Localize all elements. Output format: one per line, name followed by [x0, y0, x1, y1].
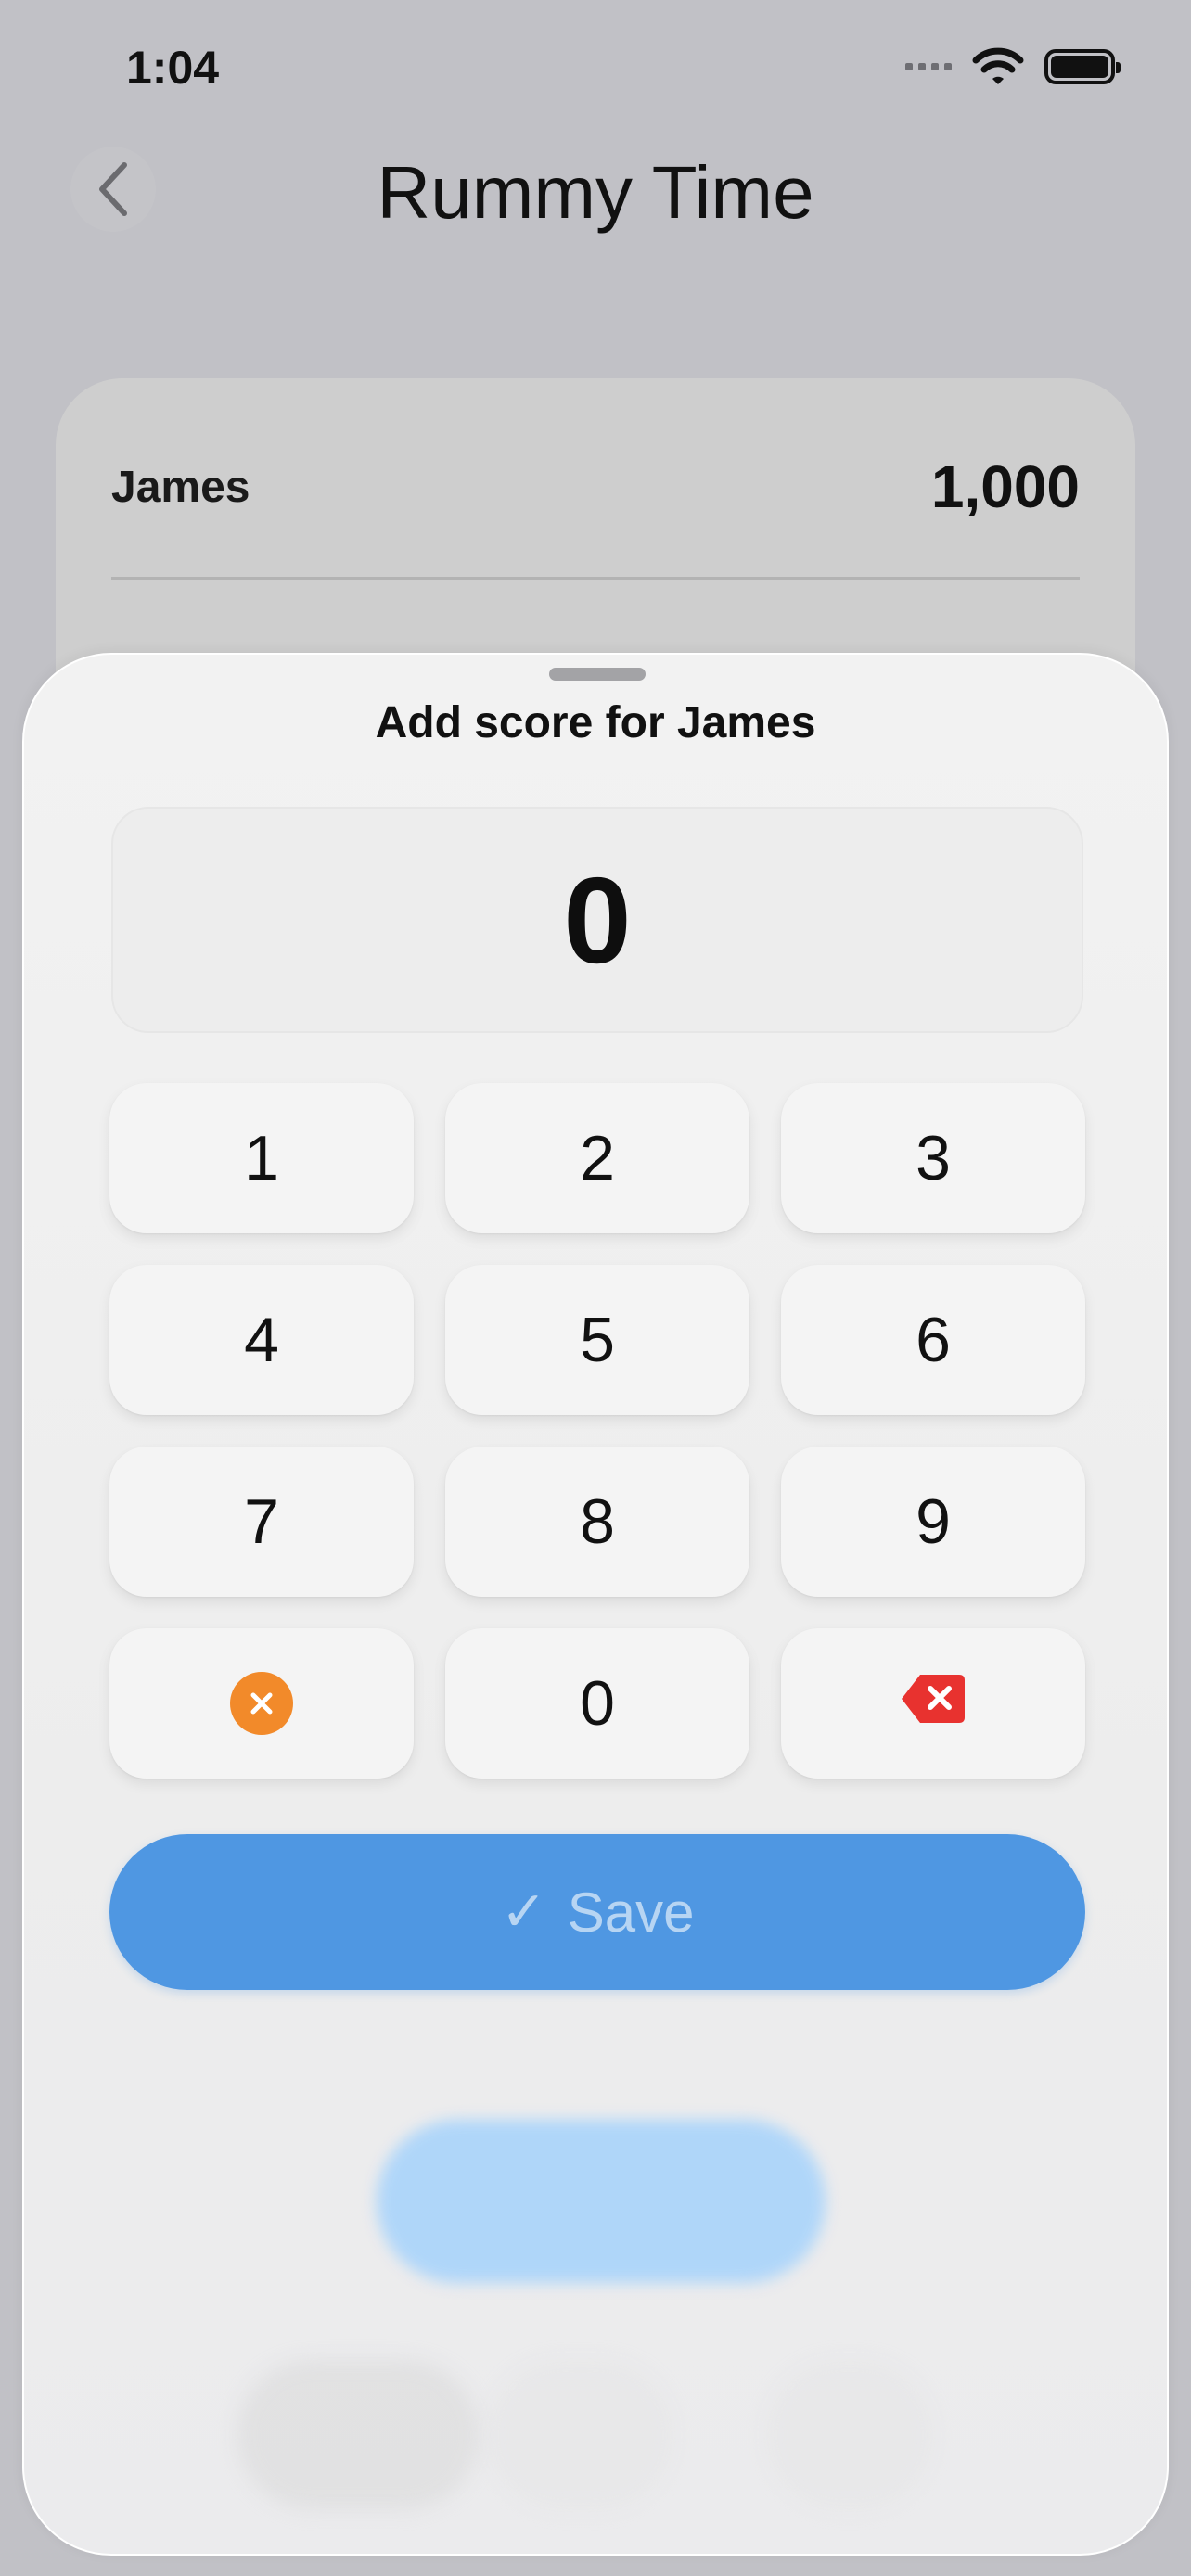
key-7[interactable]: 7	[109, 1447, 414, 1597]
key-1[interactable]: 1	[109, 1083, 414, 1233]
key-0[interactable]: 0	[445, 1628, 749, 1779]
save-button-label: Save	[567, 1881, 695, 1944]
checkmark-icon: ✓	[500, 1881, 547, 1943]
background-action-pill	[377, 2120, 826, 2283]
sheet-title: Add score for James	[375, 698, 816, 747]
key-3[interactable]: 3	[781, 1083, 1085, 1233]
score-display: 0	[111, 807, 1083, 1033]
key-8[interactable]: 8	[445, 1447, 749, 1597]
backspace-button[interactable]	[781, 1628, 1085, 1779]
add-score-sheet: Add score for James 0 1 2 3 4 5 6 7 8 9 …	[22, 653, 1169, 2556]
save-button[interactable]: ✓ Save	[109, 1834, 1085, 1990]
key-6[interactable]: 6	[781, 1265, 1085, 1415]
score-display-value: 0	[563, 851, 632, 988]
status-time: 1:04	[126, 42, 220, 94]
player-row[interactable]: James 1,000	[111, 453, 1080, 521]
player-score: 1,000	[930, 453, 1080, 520]
page-title: Rummy Time	[377, 151, 814, 234]
wifi-icon	[972, 47, 1024, 84]
key-5[interactable]: 5	[445, 1265, 749, 1415]
cellular-signal-icon	[905, 63, 952, 70]
divider	[111, 577, 1080, 580]
background-tab	[488, 2361, 673, 2509]
backspace-icon	[900, 1667, 967, 1740]
status-icons	[905, 46, 1121, 87]
clear-icon	[230, 1672, 293, 1735]
sheet-grabber[interactable]	[549, 668, 646, 681]
clear-button[interactable]	[109, 1628, 414, 1779]
key-4[interactable]: 4	[109, 1265, 414, 1415]
background-tab	[237, 2361, 479, 2509]
player-name: James	[111, 462, 250, 512]
key-9[interactable]: 9	[781, 1447, 1085, 1597]
background-tab	[766, 2361, 933, 2509]
battery-icon	[1044, 49, 1121, 84]
key-2[interactable]: 2	[445, 1083, 749, 1233]
